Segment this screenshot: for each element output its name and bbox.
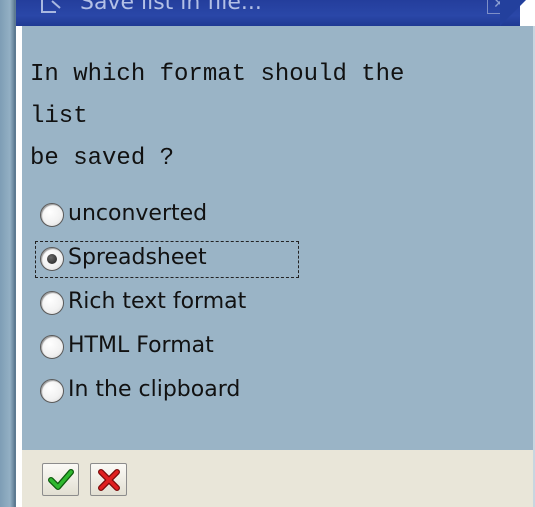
cross-icon (98, 469, 120, 491)
radio-button[interactable] (40, 379, 64, 403)
option-label[interactable]: In the clipboard (68, 375, 240, 405)
checkmark-icon (48, 469, 74, 490)
radio-button[interactable] (40, 335, 64, 359)
radio-button[interactable] (40, 291, 64, 315)
format-options: unconverted Spreadsheet Rich text format… (35, 197, 306, 417)
option-label[interactable]: Spreadsheet (68, 243, 207, 273)
option-spreadsheet[interactable]: Spreadsheet (35, 241, 306, 285)
confirm-button[interactable] (42, 463, 79, 496)
option-unconverted[interactable]: unconverted (36, 197, 306, 241)
format-question: In which format should the list be saved… (30, 61, 405, 172)
window-left-frame (0, 0, 15, 507)
option-html-format[interactable]: HTML Format (36, 329, 306, 373)
document-icon (40, 0, 70, 17)
dialog-title: Save list in file... (80, 0, 262, 15)
option-label[interactable]: Rich text format (68, 287, 246, 317)
radio-button-selected[interactable] (40, 247, 64, 271)
option-rich-text-format[interactable]: Rich text format (36, 285, 306, 329)
option-label[interactable]: HTML Format (68, 331, 214, 361)
title-bar-corner (500, 0, 526, 26)
cancel-button[interactable] (90, 463, 127, 496)
save-list-dialog: Save list in file... ✕ In which format s… (0, 0, 535, 507)
title-bar[interactable]: Save list in file... ✕ (16, 0, 520, 26)
window-left-edge (14, 0, 16, 507)
dialog-footer (22, 450, 533, 507)
option-clipboard[interactable]: In the clipboard (36, 373, 306, 417)
option-label[interactable]: unconverted (68, 199, 207, 229)
radio-button[interactable] (40, 203, 64, 227)
